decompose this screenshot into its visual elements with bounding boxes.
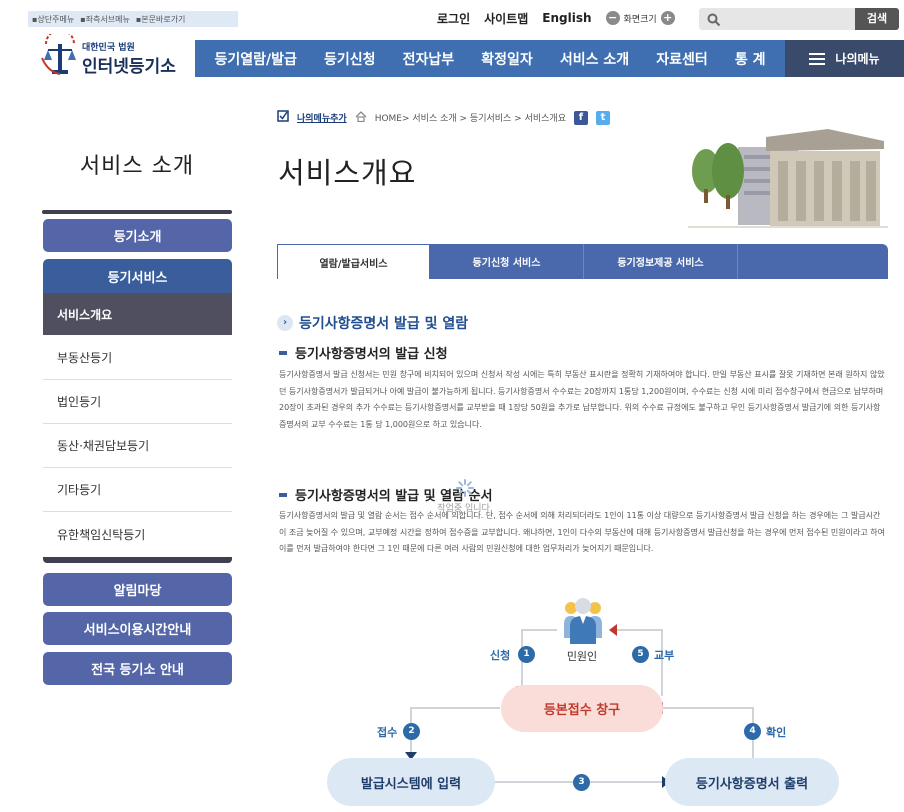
checkbox-icon <box>277 110 289 125</box>
sidebar-divider <box>42 210 232 214</box>
step-1-badge: 1 <box>518 646 535 663</box>
bullet-bar <box>279 492 287 497</box>
court-emblem-icon <box>40 29 80 82</box>
sidebar-subitem-other[interactable]: 기타등기 <box>43 468 232 512</box>
sidebar-subitem-corporate[interactable]: 법인등기 <box>43 380 232 424</box>
subsection-text-2: 등기사항증명서의 발급 및 열람 순서는 접수 순서에 의합니다. 단, 접수 … <box>279 511 885 553</box>
subsection-text-1: 등기사항증명서 발급 신청서는 민원 창구에 비치되어 있으며 신청서 작성 시… <box>279 370 885 429</box>
step-1-label: 신청 <box>490 649 511 662</box>
gnb-item-view-issue[interactable]: 등기열람/발급 <box>215 49 297 69</box>
step-4-label: 확인 <box>766 726 787 739</box>
global-navigation: 등기열람/발급 등기신청 전자납부 확정일자 서비스 소개 자료센터 통 계 <box>195 40 785 77</box>
service-tabs: 열람/발급서비스 등기신청 서비스 등기정보제공 서비스 <box>277 244 888 279</box>
facebook-share-button[interactable]: f <box>573 110 588 125</box>
counter-node: 등본접수 창구 <box>501 685 663 732</box>
process-diagram: 민원인 1 신청 5 교부 등본접수 창구 2 접수 4 확인 발급시스템에 입… <box>277 590 888 812</box>
gnb-item-statistics[interactable]: 통 계 <box>735 49 766 69</box>
gnb-item-fixed-date[interactable]: 확정일자 <box>481 49 533 69</box>
tab-view-issue[interactable]: 열람/발급서비스 <box>277 244 430 279</box>
zoom-label: 화면크기 <box>623 14 657 25</box>
sidebar-item-hours[interactable]: 서비스이용시간안내 <box>43 612 232 645</box>
hamburger-icon <box>809 52 826 65</box>
home-icon <box>355 110 367 125</box>
loading-indicator: 작업중 입니다. <box>430 478 500 514</box>
step-5-badge: 5 <box>632 646 649 663</box>
gnb-item-data-center[interactable]: 자료센터 <box>656 49 708 69</box>
add-my-menu-link[interactable]: 나의메뉴추가 <box>297 111 347 124</box>
section-title: 등기사항증명서 발급 및 열람 <box>299 316 469 332</box>
search-box: 검색 <box>699 8 899 30</box>
login-link[interactable]: 로그인 <box>437 10 470 27</box>
breadcrumb-path: HOME> 서비스 소개 > 등기서비스 > 서비스개요 <box>374 114 566 124</box>
sidebar-subitem-movable[interactable]: 동산·채권담보등기 <box>43 424 232 468</box>
utility-links: 로그인 사이트맵 English − 화면크기 + <box>437 10 675 26</box>
skip-link-side-menu[interactable]: ▪좌측서브메뉴 <box>80 14 130 25</box>
zoom-control: − 화면크기 + <box>605 11 675 25</box>
loading-text: 작업중 입니다. <box>437 504 493 514</box>
skip-link-content[interactable]: ▪본문바로가기 <box>136 14 186 25</box>
search-icon <box>707 12 721 31</box>
person-label: 민원인 <box>566 650 598 663</box>
sidebar-item-notice[interactable]: 알림마당 <box>43 573 232 606</box>
step-3-badge: 3 <box>573 774 590 791</box>
sidebar-title: 서비스 소개 <box>79 154 195 179</box>
system-node: 발급시스템에 입력 <box>327 758 495 806</box>
zoom-in-button[interactable]: + <box>660 11 675 25</box>
gnb-item-application[interactable]: 등기신청 <box>324 49 376 69</box>
zoom-out-button[interactable]: − <box>605 11 620 25</box>
twitter-share-button[interactable]: t <box>595 110 610 125</box>
english-link[interactable]: English <box>542 11 591 25</box>
step-2-label: 접수 <box>377 726 398 739</box>
section-heading: › 등기사항증명서 발급 및 열람 <box>277 313 468 333</box>
sidebar-submenu-end <box>43 557 232 563</box>
logo-title: 인터넷등기소 <box>82 57 176 77</box>
sidebar-subitem-real-estate[interactable]: 부동산등기 <box>43 336 232 380</box>
search-input[interactable] <box>725 10 851 28</box>
sidebar-item-offices[interactable]: 전국 등기소 안내 <box>43 652 232 685</box>
skip-link-top-menu[interactable]: ▪상단주메뉴 <box>32 14 74 25</box>
skip-navigation: ▪상단주메뉴 ▪좌측서브메뉴 ▪본문바로가기 <box>28 11 238 27</box>
site-logo[interactable]: 대한민국 법원 인터넷등기소 <box>40 29 190 78</box>
step-5-label: 교부 <box>654 649 675 662</box>
step-4-badge: 4 <box>744 723 761 740</box>
sidebar-item-intro[interactable]: 등기소개 <box>43 219 232 252</box>
building-illustration <box>688 127 888 230</box>
chevron-right-icon: › <box>277 315 293 331</box>
sidebar-subitem-trust[interactable]: 유한책임신탁등기 <box>43 512 232 556</box>
gnb-item-e-payment[interactable]: 전자납부 <box>403 49 455 69</box>
step-2-badge: 2 <box>403 723 420 740</box>
page-title: 서비스개요 <box>278 156 417 190</box>
tab-divider <box>737 244 738 279</box>
gnb-item-service-intro[interactable]: 서비스 소개 <box>560 49 629 69</box>
sitemap-link[interactable]: 사이트맵 <box>484 10 528 27</box>
breadcrumb: 나의메뉴추가 HOME> 서비스 소개 > 등기서비스 > 서비스개요 f t <box>277 110 610 125</box>
tab-application[interactable]: 등기신청 서비스 <box>430 244 583 279</box>
subsection-title-1: 등기사항증명서의 발급 신청 <box>295 347 448 362</box>
sidebar-item-service[interactable]: 등기서비스 <box>43 259 232 293</box>
subsection-heading-1: 등기사항증명서의 발급 신청 <box>279 343 448 362</box>
output-node: 등기사항증명서 출력 <box>665 758 839 806</box>
sidebar-subitem-overview[interactable]: 서비스개요 <box>43 293 232 335</box>
search-button[interactable]: 검색 <box>855 8 899 30</box>
my-menu-label: 나의메뉴 <box>835 52 880 66</box>
spinner-icon <box>456 479 474 497</box>
my-menu-button[interactable]: 나의메뉴 <box>785 40 904 77</box>
tab-data-service[interactable]: 등기정보제공 서비스 <box>584 244 737 279</box>
bullet-bar <box>279 350 287 355</box>
person-icon <box>560 598 606 650</box>
